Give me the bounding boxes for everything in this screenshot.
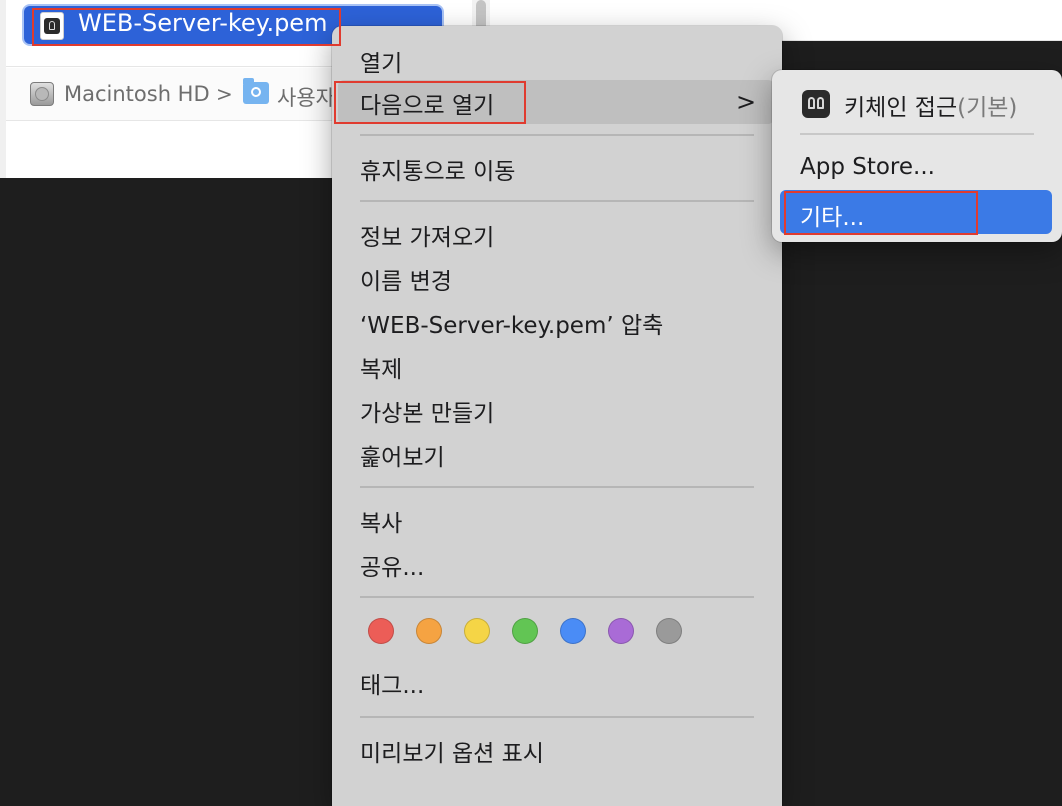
submenu-item-app-store[interactable]: App Store...	[800, 154, 935, 180]
menu-item-compress[interactable]: ‘WEB-Server-key.pem’ 압축	[360, 306, 663, 340]
menu-item-tags[interactable]: 태그...	[360, 666, 424, 700]
path-chevron-icon: >	[216, 82, 233, 106]
menu-divider	[360, 134, 754, 136]
menu-item-duplicate[interactable]: 복제	[360, 350, 402, 384]
tag-purple-dot[interactable]	[608, 618, 634, 644]
selected-file-name[interactable]: WEB-Server-key.pem	[78, 9, 327, 37]
menu-item-get-info[interactable]: 정보 가져오기	[360, 218, 494, 252]
menu-item-copy[interactable]: 복사	[360, 504, 402, 538]
menu-item-share[interactable]: 공유...	[360, 548, 424, 582]
menu-item-move-to-trash[interactable]: 휴지통으로 이동	[360, 152, 515, 186]
menu-divider	[360, 486, 754, 488]
menu-item-quick-look[interactable]: 훑어보기	[360, 438, 445, 472]
submenu-divider	[800, 133, 1034, 135]
menu-item-rename[interactable]: 이름 변경	[360, 262, 452, 296]
menu-item-show-view-options[interactable]: 미리보기 옵션 표시	[360, 734, 544, 768]
menu-item-open[interactable]: 열기	[360, 44, 402, 78]
tag-green-dot[interactable]	[512, 618, 538, 644]
chevron-right-icon: >	[736, 88, 757, 116]
default-suffix: (기본)	[957, 95, 1018, 121]
keychain-access-label: 키체인 접근	[844, 95, 958, 121]
submenu-item-other[interactable]: 기타...	[800, 198, 864, 232]
path-folder[interactable]: 사용자	[277, 82, 332, 112]
keychain-access-icon	[802, 90, 830, 118]
menu-divider	[360, 200, 754, 202]
open-with-submenu: 키체인 접근(기본) App Store... 기타...	[772, 70, 1062, 242]
tag-yellow-dot[interactable]	[464, 618, 490, 644]
user-folder-icon	[243, 78, 269, 104]
hard-drive-icon	[30, 82, 54, 106]
path-disk[interactable]: Macintosh HD	[64, 82, 210, 106]
tag-blue-dot[interactable]	[560, 618, 586, 644]
menu-divider	[360, 596, 754, 598]
tag-red-dot[interactable]	[368, 618, 394, 644]
menu-item-open-with[interactable]: 다음으로 열기	[360, 86, 494, 120]
menu-divider	[360, 716, 754, 718]
tag-orange-dot[interactable]	[416, 618, 442, 644]
menu-item-make-alias[interactable]: 가상본 만들기	[360, 394, 494, 428]
submenu-item-keychain-access[interactable]: 키체인 접근(기본)	[844, 88, 1017, 122]
tag-gray-dot[interactable]	[656, 618, 682, 644]
pem-file-icon	[40, 12, 64, 40]
context-menu: 열기 다음으로 열기 > 휴지통으로 이동 정보 가져오기 이름 변경 ‘WEB…	[332, 26, 782, 806]
